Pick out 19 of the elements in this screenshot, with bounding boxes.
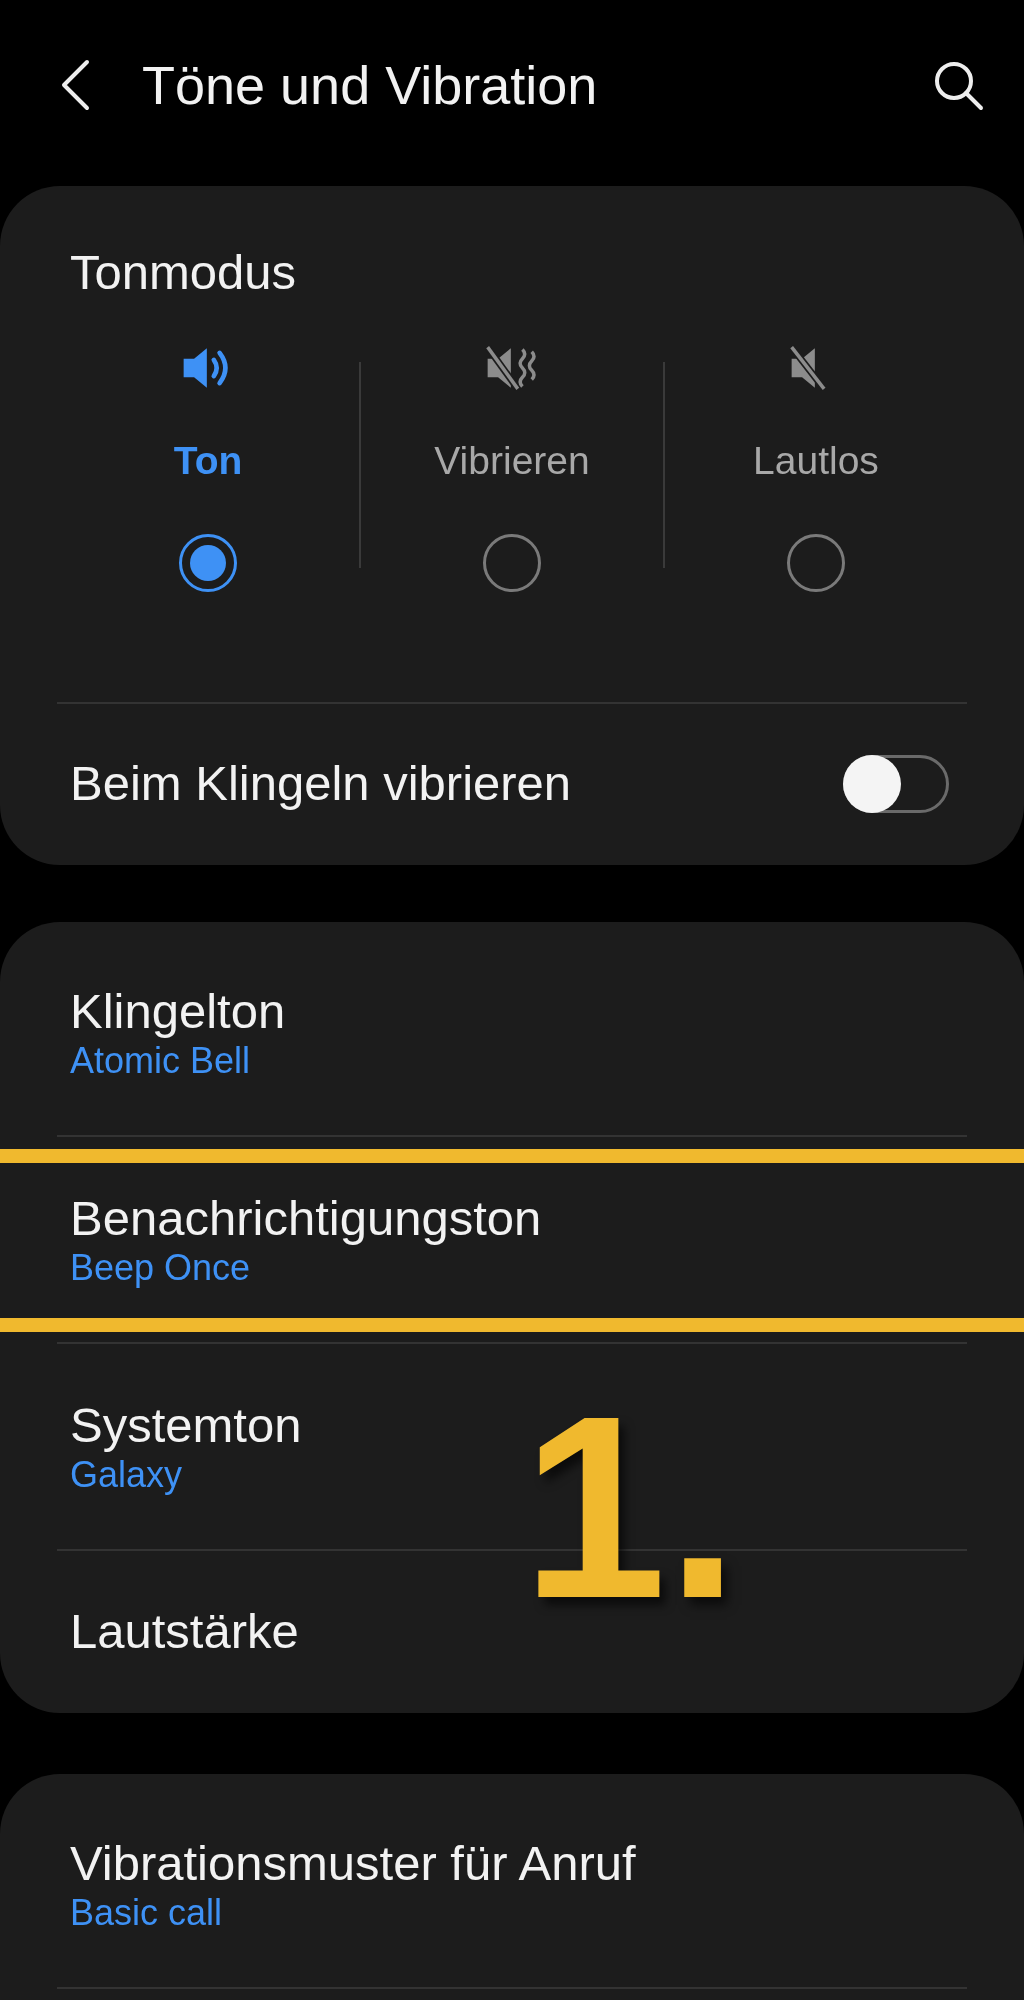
setting-value: Atomic Bell [70,1039,252,1083]
radio-button[interactable] [179,534,237,592]
setting-value: Galaxy [70,1453,184,1497]
radio-button[interactable] [787,534,845,592]
search-icon[interactable] [932,59,984,111]
section-title: Tonmodus [69,244,298,301]
setting-title[interactable]: Benachrichtigungston [70,1189,954,1247]
back-icon[interactable] [60,59,90,111]
setting-title[interactable]: Vibrationsmuster für Anruf [70,1834,954,1892]
mode-label[interactable]: Ton [173,431,243,490]
page-title: Töne und Vibration [142,53,598,117]
setting-value: Basic call [70,1891,224,1935]
toggle-switch[interactable] [843,754,949,813]
setting-value: Beep Once [70,1246,252,1290]
radio-button[interactable] [483,534,541,592]
setting-title[interactable]: Klingelton [70,982,954,1040]
setting-label: Beim Klingeln vibrieren [70,755,573,812]
mode-label[interactable]: Vibrieren [434,431,590,490]
mode-label[interactable]: Lautlos [753,431,879,490]
